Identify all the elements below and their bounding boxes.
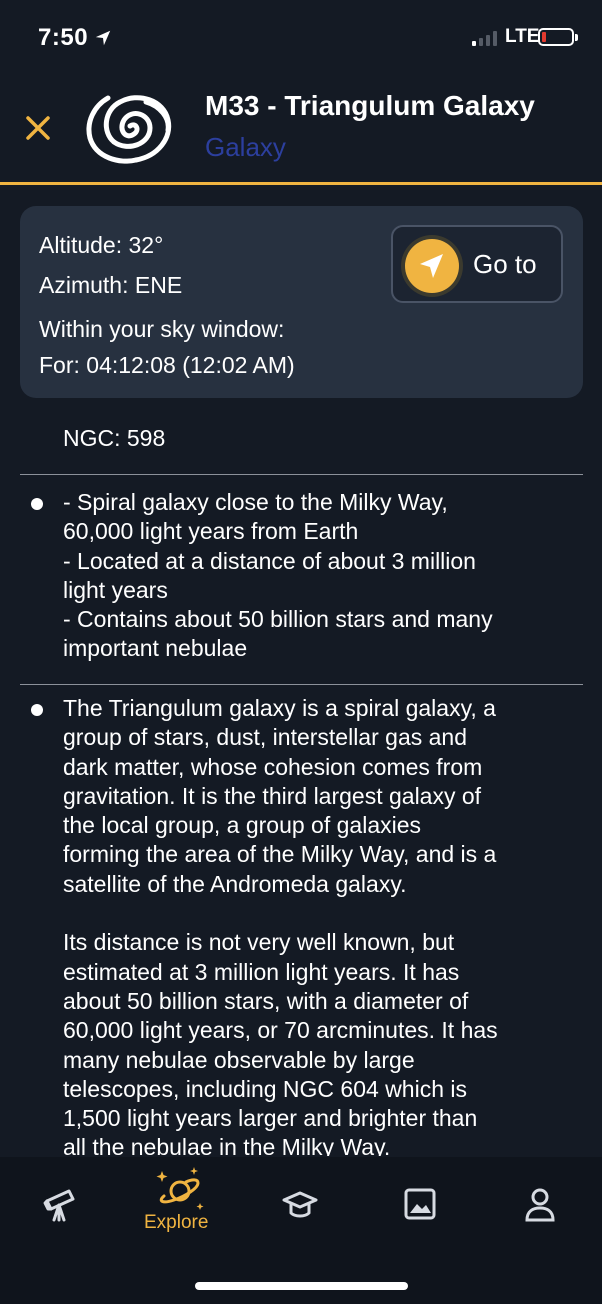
tab-telescope[interactable] (30, 1157, 90, 1257)
network-label: LTE (505, 26, 540, 47)
sky-window-time: For: 04:12:08 (12:02 AM) (39, 352, 295, 378)
bullet-icon (31, 704, 43, 716)
object-title: M33 - Triangulum Galaxy (205, 90, 535, 121)
navigation-circle (405, 239, 459, 293)
azimuth-text: Azimuth: ENE (39, 272, 183, 298)
object-header: M33 - Triangulum Galaxy Galaxy (0, 70, 602, 184)
profile-icon (525, 1188, 555, 1222)
graduation-cap-icon (282, 1191, 318, 1218)
header-divider (0, 182, 602, 185)
location-arrow-icon (95, 30, 111, 46)
tab-profile[interactable] (510, 1157, 570, 1257)
altitude-text: Altitude: 32° (39, 232, 164, 258)
tab-explore[interactable]: Explore (140, 1157, 220, 1257)
tab-gallery[interactable] (390, 1157, 450, 1257)
status-time: 7:50 (38, 24, 112, 52)
sky-window-text: Within your sky window: (39, 316, 285, 342)
ngc-number: NGC: 598 (63, 425, 166, 451)
spiral-galaxy-icon (86, 95, 172, 164)
status-bar: 7:50 LTE (0, 0, 602, 70)
clock-time: 7:50 (38, 24, 89, 51)
description-scroll-area[interactable]: The Triangulum galaxy is a spiral galaxy… (0, 696, 602, 1156)
divider (20, 474, 583, 475)
object-type: Galaxy (205, 132, 286, 162)
position-info-card: Altitude: 32° Azimuth: ENE Within your s… (20, 206, 583, 398)
go-to-button[interactable]: Go to (391, 225, 563, 303)
home-indicator[interactable] (195, 1282, 408, 1290)
tab-explore-label: Explore (144, 1212, 209, 1233)
planet-icon (156, 1167, 204, 1210)
tab-learn[interactable] (270, 1157, 330, 1257)
go-to-label: Go to (473, 249, 537, 279)
divider (20, 684, 583, 685)
description-text: The Triangulum galaxy is a spiral galaxy… (63, 696, 498, 1156)
navigation-arrow-icon (420, 254, 443, 278)
bullet-icon (31, 498, 43, 510)
signal-icon (472, 30, 497, 46)
facts-text: - Spiral galaxy close to the Milky Way, … (63, 489, 493, 662)
telescope-icon (43, 1189, 75, 1222)
image-icon (404, 1188, 436, 1220)
close-icon[interactable] (22, 112, 54, 144)
battery-icon (538, 28, 578, 46)
